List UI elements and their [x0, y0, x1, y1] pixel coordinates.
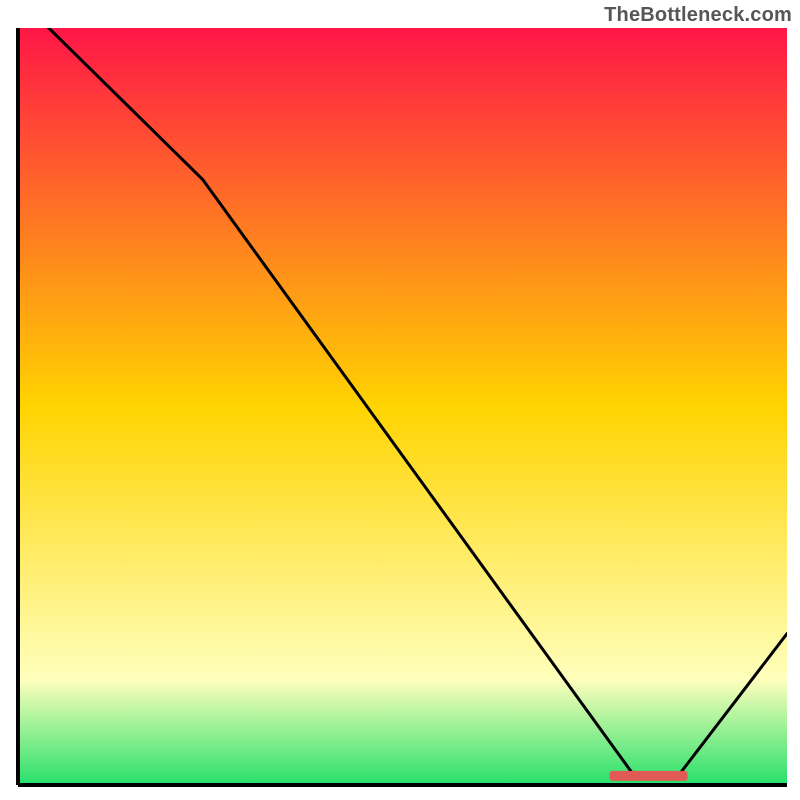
chart-svg — [0, 0, 800, 800]
plot-background — [18, 28, 787, 785]
attribution-text: TheBottleneck.com — [604, 4, 792, 27]
highlight-marker — [610, 771, 688, 781]
chart-container: TheBottleneck.com — [0, 0, 800, 800]
